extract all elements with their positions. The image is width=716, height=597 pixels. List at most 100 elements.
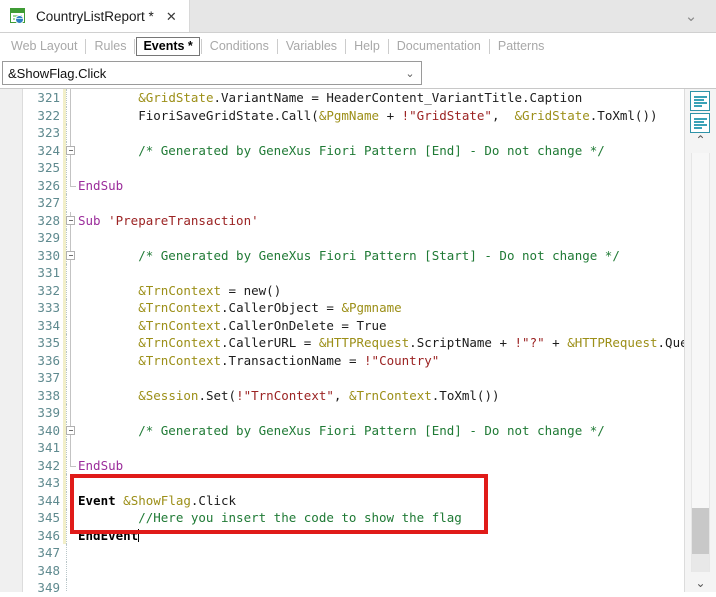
fold-toggle-icon[interactable]	[66, 145, 75, 155]
scrollbar-lower-region[interactable]	[692, 554, 709, 572]
fold-toggle-icon[interactable]	[66, 215, 75, 225]
code-line[interactable]: 349	[0, 579, 685, 592]
fold-guide	[70, 334, 71, 352]
code-line[interactable]: 346 EndEvent	[0, 526, 685, 544]
vertical-scrollbar-track[interactable]	[691, 153, 710, 572]
tab-separator	[134, 38, 136, 54]
close-icon[interactable]: ✕	[166, 10, 177, 23]
code-line[interactable]: 345 //Here you insert the code to show t…	[0, 509, 685, 527]
scroll-up-icon[interactable]: ⌃	[685, 133, 716, 147]
document-tab-countrylistreport[interactable]: CountryListReport * ✕	[0, 0, 190, 32]
line-number: 321	[37, 90, 60, 105]
tab-help[interactable]: Help	[347, 37, 387, 56]
code-line[interactable]: 323	[0, 124, 685, 142]
code-line[interactable]: 337	[0, 369, 685, 387]
gutter-divider	[66, 579, 67, 592]
code-line[interactable]: 333 &TrnContext.CallerObject = &Pgmname	[0, 299, 685, 317]
code-line[interactable]: 326 EndSub	[0, 176, 685, 194]
code-line[interactable]: 338 &Session.Set(!"TrnContext", &TrnCont…	[0, 386, 685, 404]
code-line[interactable]: 329	[0, 229, 685, 247]
tab-web-layout[interactable]: Web Layout	[4, 37, 84, 56]
gutter-divider	[66, 404, 67, 422]
code-token: ,	[491, 107, 515, 123]
code-lines[interactable]: 321 &GridState.VariantName = HeaderConte…	[0, 89, 685, 592]
document-tab-title: CountryListReport *	[36, 8, 154, 24]
code-token: 'PrepareTransaction'	[108, 212, 259, 228]
code-line[interactable]: 325	[0, 159, 685, 177]
event-selector-row: &ShowFlag.Click ⌄	[0, 59, 716, 88]
code-line[interactable]: 322 FioriSaveGridState.Call(&PgmName + !…	[0, 106, 685, 124]
fold-toggle-icon[interactable]	[66, 425, 75, 435]
line-number: 347	[37, 545, 60, 560]
code-line[interactable]: 347	[0, 544, 685, 562]
line-number: 330	[37, 247, 60, 263]
gutter-divider	[66, 526, 67, 544]
window-tabstrip: CountryListReport * ✕ ⌄	[0, 0, 716, 33]
code-line[interactable]: 327	[0, 194, 685, 212]
fold-guide	[70, 369, 71, 387]
fold-guide	[70, 264, 71, 282]
tab-variables[interactable]: Variables	[279, 37, 344, 56]
code-line[interactable]: 321 &GridState.VariantName = HeaderConte…	[0, 89, 685, 107]
code-line[interactable]: 340 /* Generated by GeneXus Fiori Patter…	[0, 421, 685, 440]
event-combo[interactable]: &ShowFlag.Click ⌄	[2, 61, 422, 85]
code-line[interactable]: 342 EndSub	[0, 456, 685, 474]
chevron-down-icon[interactable]: ⌄	[674, 0, 708, 32]
code-line[interactable]: 331	[0, 264, 685, 282]
code-outline-icon[interactable]	[690, 91, 710, 111]
code-token: +	[379, 107, 402, 123]
code-line[interactable]: 334 &TrnContext.CallerOnDelete = True	[0, 316, 685, 335]
code-line[interactable]: 335 &TrnContext.CallerURL = &HTTPRequest…	[0, 334, 685, 352]
line-number: 333	[37, 300, 60, 315]
gutter-divider	[66, 159, 67, 177]
gutter-divider	[66, 351, 67, 369]
code-text: &TrnContext.CallerOnDelete = True	[78, 317, 386, 335]
code-line[interactable]: 348	[0, 561, 685, 579]
code-line[interactable]: 344 Event &ShowFlag.Click	[0, 491, 685, 509]
fold-toggle-icon[interactable]	[66, 250, 75, 260]
code-line[interactable]: 339	[0, 404, 685, 422]
scroll-down-icon[interactable]: ⌄	[685, 576, 716, 590]
tab-patterns[interactable]: Patterns	[491, 37, 552, 56]
fold-guide	[70, 124, 71, 142]
fold-guide	[70, 106, 71, 124]
code-line[interactable]: 328 Sub 'PrepareTransaction'	[0, 211, 685, 229]
code-text: /* Generated by GeneXus Fiori Pattern [E…	[78, 422, 605, 440]
tab-conditions[interactable]: Conditions	[203, 37, 276, 56]
line-number: 323	[37, 125, 60, 140]
code-token: &GridState	[138, 90, 214, 105]
code-token: .Click	[190, 492, 237, 508]
line-number: 325	[37, 160, 60, 175]
tab-rules[interactable]: Rules	[87, 37, 133, 56]
tab-events[interactable]: Events *	[136, 36, 200, 56]
vertical-scrollbar-thumb[interactable]	[692, 508, 709, 554]
code-token: /* Generated by GeneXus Fiori Pattern [S…	[78, 247, 620, 263]
code-token: .ScriptName +	[409, 335, 515, 350]
code-text: &GridState.VariantName = HeaderContent_V…	[78, 89, 582, 107]
gutter-divider	[66, 369, 67, 387]
chevron-down-icon[interactable]: ⌄	[399, 67, 421, 80]
code-structure-icon[interactable]	[690, 113, 710, 133]
line-number: 332	[37, 282, 60, 298]
code-line[interactable]: 332 &TrnContext = new()	[0, 281, 685, 299]
line-number: 344	[37, 492, 60, 508]
code-line[interactable]: 336 &TrnContext.TransactionName = !"Coun…	[0, 351, 685, 369]
fold-guide	[70, 229, 71, 247]
gutter-divider	[66, 124, 67, 142]
tab-separator	[85, 38, 87, 54]
tab-separator	[200, 38, 202, 54]
tab-documentation[interactable]: Documentation	[390, 37, 488, 56]
gutter-divider	[66, 229, 67, 247]
fold-guide	[70, 159, 71, 177]
line-number: 341	[37, 440, 60, 455]
code-line[interactable]: 324 /* Generated by GeneXus Fiori Patter…	[0, 141, 685, 159]
code-token: &TrnContext	[138, 300, 222, 315]
line-number: 338	[37, 387, 60, 403]
code-line[interactable]: 341	[0, 439, 685, 457]
fold-guide	[70, 299, 71, 317]
gutter-divider	[66, 544, 67, 562]
code-editor[interactable]: 321 &GridState.VariantName = HeaderConte…	[0, 88, 716, 592]
code-line[interactable]: 330 /* Generated by GeneXus Fiori Patter…	[0, 246, 685, 264]
code-line[interactable]: 343	[0, 474, 685, 492]
